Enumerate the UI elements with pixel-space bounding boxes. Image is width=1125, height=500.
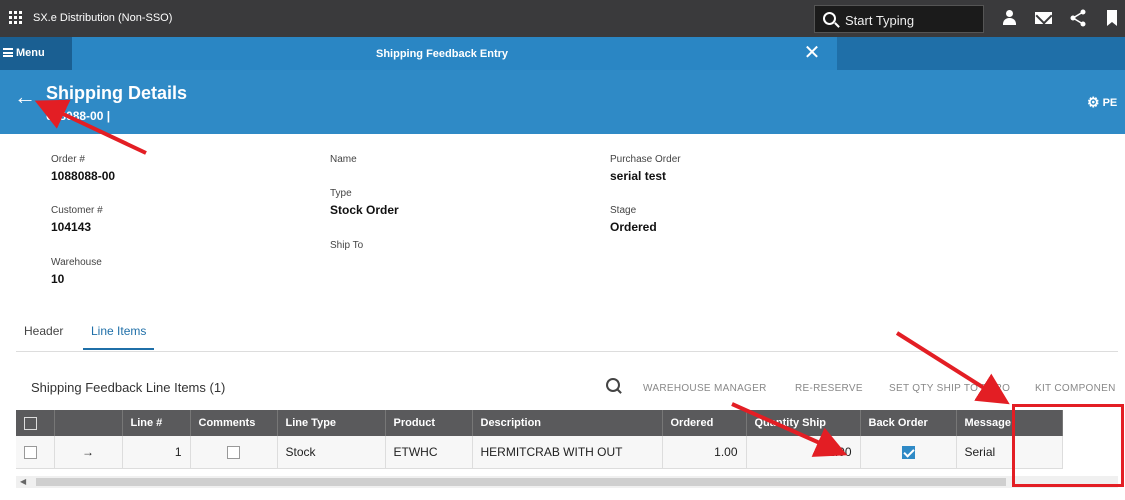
cell-line-type: Stock <box>277 436 386 469</box>
horizontal-scrollbar[interactable]: ◀ <box>16 476 1118 488</box>
detail-tabs: Header Line Items <box>16 320 1118 352</box>
gear-icon: ⚙ <box>1087 94 1100 110</box>
tab-shipping-feedback-entry[interactable]: Shipping Feedback Entry ✕ <box>72 37 837 70</box>
personalize-label: PE <box>1102 96 1118 109</box>
select-all-checkbox[interactable] <box>24 416 37 430</box>
back-arrow-icon[interactable]: ← <box>14 84 36 110</box>
menu-label: Menu <box>16 47 45 59</box>
tab-title: Shipping Feedback Entry <box>375 48 509 60</box>
annotation-highlight-box <box>1012 404 1124 487</box>
table-row[interactable]: → 1 Stock ETWHC HERMITCRAB WITH OUT 1.00… <box>16 436 1063 469</box>
grid-search-icon[interactable] <box>606 378 622 394</box>
customer-value: 104143 <box>51 220 92 234</box>
ship-to-label: Ship To <box>330 240 364 251</box>
column-product[interactable]: Product <box>385 410 473 436</box>
table-header-row: Line # Comments Line Type Product Descri… <box>16 410 1063 436</box>
page-title: Shipping Details <box>46 83 188 103</box>
tab-header[interactable]: Header <box>16 320 71 348</box>
order-label: Order # <box>51 154 85 165</box>
cell-comments[interactable] <box>190 436 278 469</box>
cell-quantity-ship[interactable]: 1.00 <box>746 436 861 469</box>
apps-grid-icon[interactable] <box>9 11 25 25</box>
menu-button[interactable]: Menu <box>0 37 72 70</box>
cell-description: HERMITCRAB WITH OUT <box>472 436 663 469</box>
set-qty-ship-to-zero-button[interactable]: SET QTY SHIP TO ZERO <box>889 383 1010 394</box>
scrollbar-thumb[interactable] <box>36 478 1006 486</box>
cell-ordered: 1.00 <box>662 436 747 469</box>
warehouse-label: Warehouse <box>51 257 102 268</box>
name-field: Name <box>330 154 357 169</box>
purchase-order-value: serial test <box>610 169 667 183</box>
order-field: Order # 1088088-00 <box>51 154 115 183</box>
order-value: 1088088-00 <box>51 169 116 183</box>
cell-line: 1 <box>122 436 191 469</box>
type-value: Stock Order <box>330 203 399 217</box>
stage-value: Ordered <box>610 220 657 234</box>
warehouse-value: 10 <box>51 272 65 286</box>
customer-label: Customer # <box>51 205 103 216</box>
personalize-button[interactable]: ⚙ PE <box>1087 94 1117 111</box>
grid-title: Shipping Feedback Line Items (1) <box>31 380 226 395</box>
column-line-type[interactable]: Line Type <box>277 410 386 436</box>
line-items-table: Line # Comments Line Type Product Descri… <box>16 410 1063 469</box>
mail-icon[interactable] <box>1034 8 1054 28</box>
warehouse-field: Warehouse 10 <box>51 257 102 286</box>
person-icon[interactable] <box>1000 8 1020 28</box>
column-ordered[interactable]: Ordered <box>662 410 747 436</box>
type-label: Type <box>330 188 352 199</box>
bookmark-icon[interactable] <box>1102 8 1122 28</box>
row-expand-arrow-icon[interactable]: → <box>54 436 123 469</box>
warehouse-manager-button[interactable]: WAREHOUSE MANAGER <box>643 383 767 394</box>
type-field: Type Stock Order <box>330 188 399 217</box>
column-quantity-ship[interactable]: Quantity Ship <box>746 410 861 436</box>
purchase-order-field: Purchase Order serial test <box>610 154 681 183</box>
stage-label: Stage <box>610 205 637 216</box>
page-header: ← Shipping Details 088088-00 | ⚙ PE <box>0 70 1125 134</box>
ship-to-field: Ship To <box>330 240 363 255</box>
column-description[interactable]: Description <box>472 410 663 436</box>
re-reserve-button[interactable]: RE-RESERVE <box>795 383 863 394</box>
row-select-cell[interactable] <box>16 436 55 469</box>
customer-field: Customer # 104143 <box>51 205 103 234</box>
purchase-order-label: Purchase Order <box>610 154 681 165</box>
select-all-header[interactable] <box>16 410 55 436</box>
global-search[interactable] <box>814 5 984 33</box>
top-bar: SX.e Distribution (Non-SSO) <box>0 0 1125 37</box>
scroll-left-icon[interactable]: ◀ <box>20 477 26 486</box>
row-checkbox[interactable] <box>24 445 37 459</box>
name-label: Name <box>330 154 357 165</box>
comments-checkbox[interactable] <box>227 445 240 459</box>
column-line[interactable]: Line # <box>122 410 191 436</box>
search-icon <box>823 12 836 25</box>
expand-column-header <box>54 410 123 436</box>
hamburger-icon <box>3 48 13 57</box>
cell-back-order[interactable] <box>860 436 957 469</box>
order-subtitle: 088088-00 | <box>46 109 111 123</box>
app-title: SX.e Distribution (Non-SSO) <box>33 12 173 24</box>
nav-bar: Menu Shipping Feedback Entry ✕ <box>0 37 1125 70</box>
column-back-order[interactable]: Back Order <box>860 410 957 436</box>
tab-line-items[interactable]: Line Items <box>83 320 155 350</box>
stage-field: Stage Ordered <box>610 205 657 234</box>
share-icon[interactable] <box>1068 8 1088 28</box>
column-comments[interactable]: Comments <box>190 410 278 436</box>
cell-product: ETWHC <box>385 436 473 469</box>
close-icon[interactable]: ✕ <box>802 43 822 63</box>
back-order-checkbox[interactable] <box>901 445 915 459</box>
search-input[interactable] <box>845 10 975 30</box>
kit-components-button[interactable]: KIT COMPONEN <box>1035 383 1116 394</box>
